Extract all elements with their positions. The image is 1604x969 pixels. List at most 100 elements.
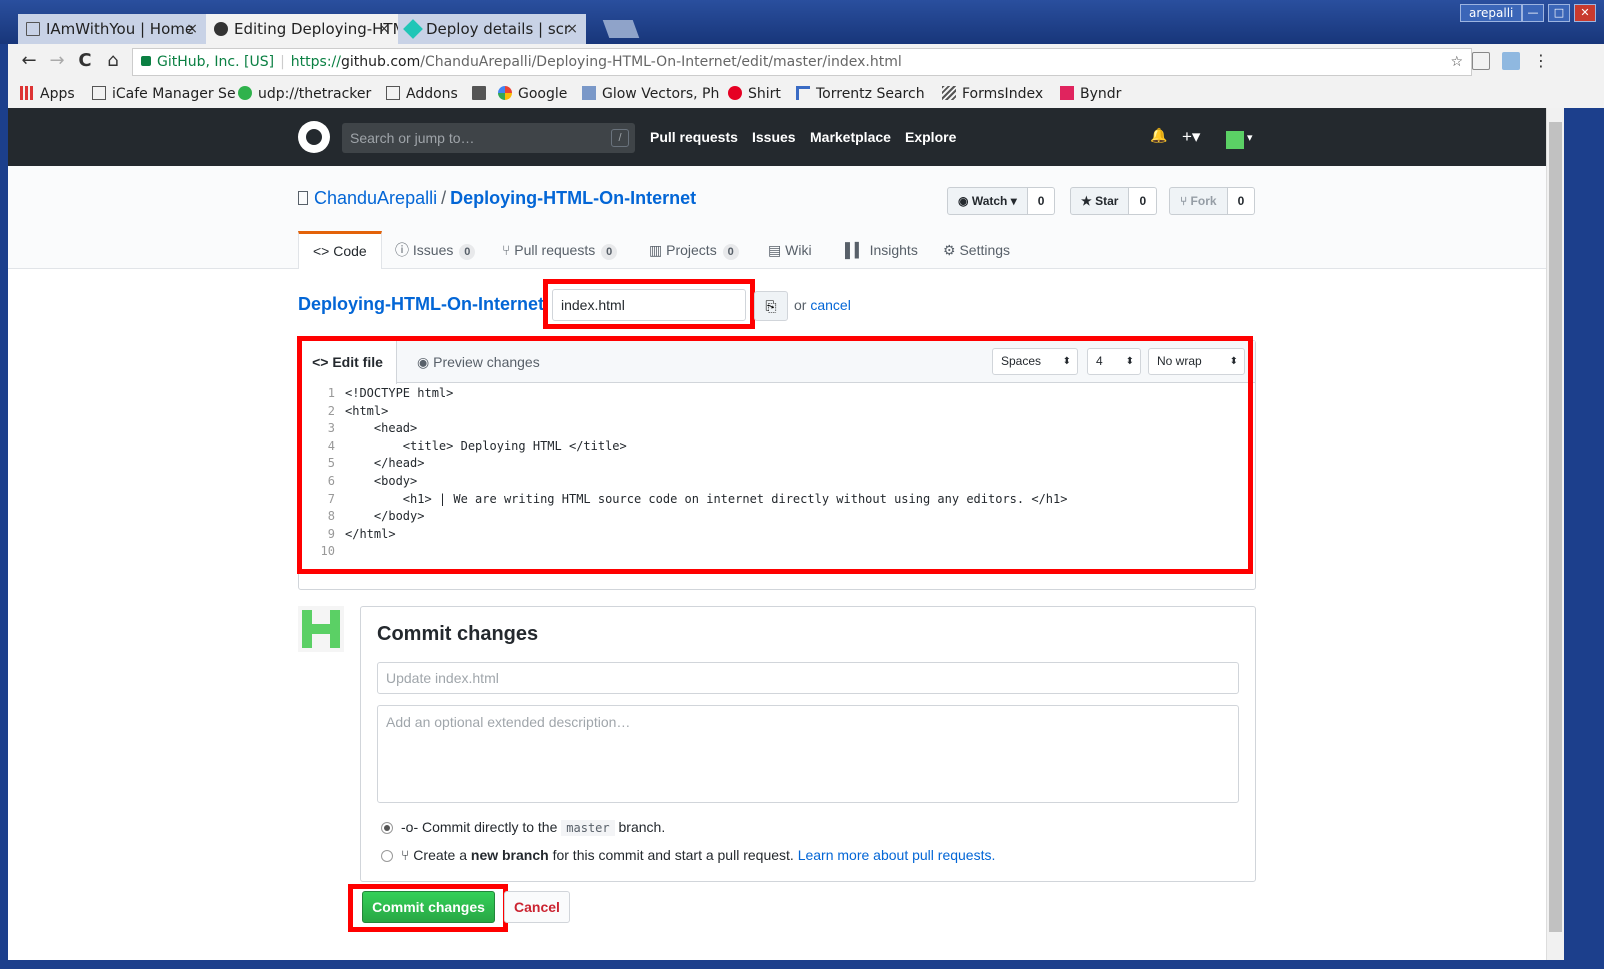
apps-grid-icon — [20, 86, 34, 100]
home-button[interactable]: ⌂ — [102, 50, 124, 72]
tab-insights[interactable]: ▌▍ Insights — [845, 231, 918, 269]
profile-badge[interactable]: arepalli — [1460, 4, 1523, 22]
browser-tab-3[interactable]: Deploy details | scr × — [398, 14, 586, 44]
nav-explore[interactable]: Explore — [905, 129, 956, 145]
fork-icon: ⑂ — [1180, 194, 1191, 208]
new-tab-button[interactable] — [602, 20, 640, 38]
bookmark-item[interactable]: Byndr — [1060, 84, 1121, 104]
commit-form: Commit changes Update index.html Add an … — [360, 606, 1256, 882]
bookmark-folder[interactable] — [472, 84, 492, 104]
star-button[interactable]: ★ Star — [1070, 187, 1130, 215]
pr-icon: ⑂ — [401, 847, 414, 863]
code-icon: <> — [313, 243, 334, 259]
avatar[interactable] — [1226, 131, 1244, 149]
page-icon — [92, 86, 106, 100]
bookmark-item[interactable]: Glow Vectors, Ph — [582, 84, 719, 104]
plus-icon[interactable]: +▾ — [1182, 127, 1200, 147]
torrentz-icon — [796, 86, 810, 100]
repo-header: ChanduArepalli / Deploying-HTML-On-Interne… — [8, 166, 1546, 269]
folder-icon — [472, 86, 486, 100]
back-button[interactable]: ← — [18, 50, 40, 72]
bookmark-item[interactable]: Apps — [20, 84, 75, 104]
url-scheme: https:// — [290, 54, 341, 70]
bookmark-item[interactable]: udp://thetracker — [238, 84, 371, 104]
tab-settings[interactable]: ⚙ Settings — [943, 231, 1010, 269]
extension-icon[interactable] — [1502, 52, 1520, 70]
close-icon[interactable]: × — [566, 14, 578, 44]
page-icon — [26, 22, 40, 36]
repo-title: ChanduArepalli / Deploying-HTML-On-Interne… — [298, 188, 696, 209]
lock-icon — [141, 56, 151, 66]
bookmark-item[interactable]: Addons — [386, 84, 458, 104]
commit-direct-option[interactable]: -o- Commit directly to the master branch… — [381, 819, 665, 836]
pinterest-icon — [728, 86, 742, 100]
star-button-group: ★ Star 0 — [1070, 187, 1158, 215]
radio-commit-direct[interactable] — [381, 822, 393, 834]
cancel-link[interactable]: cancel — [810, 297, 850, 313]
cancel-button[interactable]: Cancel — [504, 891, 570, 923]
pr-icon: ⑂ — [502, 242, 515, 258]
repo-icon — [298, 191, 308, 205]
avatar — [298, 606, 344, 652]
git-commit-icon: -o- — [401, 819, 422, 835]
star-count[interactable]: 0 — [1129, 187, 1158, 215]
bookmark-star-icon[interactable]: ☆ — [1450, 49, 1463, 75]
tab-wiki[interactable]: ▤ Wiki — [768, 231, 812, 269]
github-icon — [214, 22, 228, 36]
tab-title: IAmWithYou | Home — [46, 20, 195, 38]
repo-root-link[interactable]: Deploying-HTML-On-Internet — [298, 294, 544, 315]
bookmark-item[interactable]: iCafe Manager Se — [92, 84, 236, 104]
tab-code[interactable]: <> Code — [298, 231, 382, 269]
address-bar[interactable]: GitHub, Inc. [US] | https://github.com/Cha… — [132, 48, 1472, 76]
tab-projects[interactable]: ▥ Projects 0 — [649, 231, 739, 269]
commit-title: Commit changes — [377, 623, 539, 645]
star-icon: ★ — [1081, 194, 1096, 208]
chevron-down-icon[interactable]: ▾ — [1247, 131, 1253, 144]
repo-name-link[interactable]: Deploying-HTML-On-Internet — [450, 188, 696, 208]
github-logo-icon[interactable] — [298, 121, 330, 153]
clipboard-icon[interactable]: ⎘ — [754, 291, 788, 321]
repo-owner-link[interactable]: ChanduArepalli — [314, 188, 437, 208]
tab-issues[interactable]: ⓘ Issues 0 — [395, 231, 476, 269]
bookmark-item[interactable]: Shirt — [728, 84, 781, 104]
search-input[interactable]: Search or jump to… / — [342, 123, 635, 153]
learn-more-link[interactable]: Learn more about pull requests. — [798, 847, 996, 863]
bell-icon[interactable]: 🔔 — [1150, 127, 1167, 144]
forward-button[interactable]: → — [46, 50, 68, 72]
tab-title: Editing Deploying-HTML — [234, 20, 398, 38]
reload-button[interactable]: C — [74, 50, 96, 72]
menu-icon[interactable]: ⋮ — [1530, 50, 1552, 72]
bookmark-item[interactable]: Google — [498, 84, 567, 104]
url-host: github.com — [340, 54, 421, 70]
star-green-icon — [238, 86, 252, 100]
browser-window: IAmWithYou | Home × Editing Deploying-HT… — [0, 0, 1604, 969]
page-scrollbar[interactable] — [1546, 108, 1564, 960]
watch-button[interactable]: ◉ Watch ▾ — [947, 187, 1028, 215]
graph-icon: ▌▍ — [845, 242, 870, 258]
repo-separator: / — [441, 188, 447, 208]
radio-new-branch[interactable] — [381, 850, 393, 862]
extension-icon[interactable] — [1472, 52, 1490, 70]
scrollbar-thumb[interactable] — [1549, 122, 1562, 932]
fork-count[interactable]: 0 — [1227, 187, 1256, 215]
nav-issues[interactable]: Issues — [752, 129, 796, 145]
commit-description-textarea[interactable]: Add an optional extended description… — [377, 705, 1239, 803]
bookmark-item[interactable]: FormsIndex — [942, 84, 1043, 104]
commit-summary-input[interactable]: Update index.html — [377, 662, 1239, 694]
close-window-button[interactable]: ✕ — [1574, 4, 1596, 22]
watch-count[interactable]: 0 — [1027, 187, 1056, 215]
fork-button[interactable]: ⑂ Fork — [1169, 187, 1228, 215]
nav-pull-requests[interactable]: Pull requests — [650, 129, 738, 145]
minimize-button[interactable]: — — [1522, 4, 1544, 22]
browser-tab-2[interactable]: Editing Deploying-HTML × — [206, 14, 398, 44]
close-icon[interactable]: × — [186, 14, 198, 44]
eye-icon: ◉ — [958, 194, 972, 208]
commit-new-branch-option[interactable]: ⑂ Create a new branch for this commit an… — [381, 847, 995, 863]
bookmark-item[interactable]: Torrentz Search — [796, 84, 925, 104]
close-icon[interactable]: × — [378, 14, 390, 44]
nav-marketplace[interactable]: Marketplace — [810, 129, 891, 145]
tab-title: Deploy details | scr — [426, 20, 571, 38]
browser-tab-1[interactable]: IAmWithYou | Home × — [18, 14, 206, 44]
maximize-button[interactable]: □ — [1548, 4, 1570, 22]
tab-pull-requests[interactable]: ⑂ Pull requests 0 — [502, 231, 618, 269]
